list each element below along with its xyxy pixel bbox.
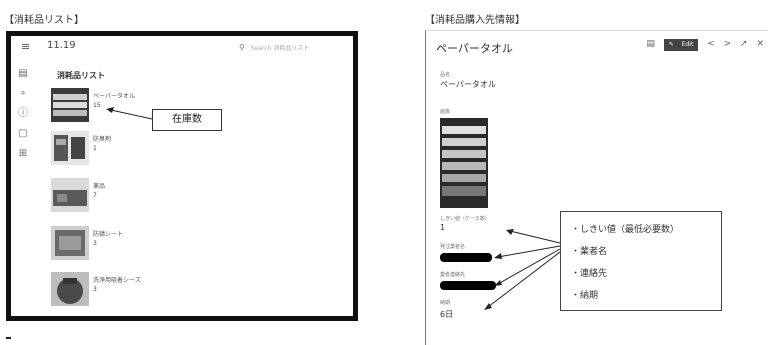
search-input[interactable]: ⚲ Search 消耗品リスト [235, 41, 353, 55]
vendor-redaction [440, 253, 492, 262]
leadtime-label: 納期 [440, 300, 451, 306]
name-label: 品名 [440, 72, 451, 78]
item-name: 薬品 [93, 183, 106, 190]
list-item[interactable]: 防錆シート 3 [51, 226, 351, 266]
item-quantity: 3 [93, 240, 97, 247]
delete-icon[interactable]: ▤ [646, 39, 655, 49]
wrench-icon[interactable]: ∘ [17, 88, 29, 100]
item-thumbnail [51, 178, 89, 212]
item-name: 防錆シート [93, 231, 124, 238]
right-caption: 【消耗品購入先情報】 [425, 15, 525, 26]
stock-callout: 在庫数 [152, 109, 222, 131]
item-quantity: 15 [93, 102, 101, 109]
list-topbar: ≡ 11.19 ⚲ Search 消耗品リスト [11, 36, 353, 60]
info-leadtime: ・納期 [571, 291, 599, 301]
item-name: 防臭剤 [93, 136, 112, 143]
name-value: ペーパータオル [440, 80, 496, 89]
book-icon[interactable]: ▤ [17, 68, 29, 80]
info-icon[interactable]: ⓘ [17, 108, 29, 120]
contact-redaction [440, 281, 496, 290]
edit-label: Edit [681, 41, 694, 48]
item-photo [440, 118, 488, 208]
list-item[interactable]: 薬品 7 [51, 178, 351, 218]
detail-screen: ペーパータオル ▤ ✎ Edit < > ➚ ✕ 品名 ペーパータオル 画像 し… [425, 30, 768, 345]
detail-title: ペーパータオル [436, 42, 513, 55]
item-quantity: 7 [93, 192, 97, 199]
item-thumbnail [51, 88, 89, 122]
threshold-value: 1 [440, 223, 446, 232]
info-callout: ・しきい値（最低必要数） ・業者名 ・連絡先 ・納期 [560, 211, 722, 311]
close-icon[interactable]: ✕ [756, 39, 764, 49]
nav-rail: ▤ ∘ ⓘ ▢ ⊞ [11, 60, 35, 316]
item-thumbnail [51, 272, 89, 306]
message-icon[interactable]: ▢ [17, 128, 29, 140]
item-quantity: 3 [93, 286, 97, 293]
info-vendor: ・業者名 [571, 247, 608, 257]
grid-icon[interactable]: ⊞ [17, 148, 29, 160]
threshold-label: しきい値（ケース数） [440, 216, 490, 222]
search-icon: ⚲ [239, 43, 245, 52]
leadtime-value: 6日 [440, 310, 454, 319]
back-icon[interactable]: < [707, 39, 715, 49]
item-thumbnail [51, 131, 89, 165]
left-caption: 【消耗品リスト】 [4, 15, 84, 26]
page-mark [6, 337, 11, 339]
info-contact: ・連絡先 [571, 269, 608, 279]
app-title: 11.19 [47, 40, 76, 51]
item-quantity: 1 [93, 145, 97, 152]
edit-button[interactable]: ✎ Edit [663, 39, 699, 51]
item-thumbnail [51, 226, 89, 260]
item-name: 洗浄用吸着シーズ [93, 277, 141, 284]
expand-icon[interactable]: ➚ [740, 39, 748, 49]
item-name: ペーパータオル [93, 93, 135, 100]
list-section-title: 消耗品リスト [57, 71, 105, 80]
search-placeholder: Search 消耗品リスト [250, 45, 310, 52]
detail-toolbar: ▤ ✎ Edit < > ➚ ✕ [640, 39, 764, 53]
menu-icon[interactable]: ≡ [21, 40, 30, 53]
list-screen: ≡ 11.19 ⚲ Search 消耗品リスト ▤ ∘ ⓘ ▢ ⊞ 消耗品リスト… [6, 31, 358, 321]
info-threshold: ・しきい値（最低必要数） [571, 225, 680, 235]
list-item[interactable]: 防臭剤 1 [51, 131, 351, 171]
list-item[interactable]: 洗浄用吸着シーズ 3 [51, 272, 351, 312]
vendor-label: 発注業者名 [440, 244, 466, 250]
contact-label: 業者連絡先 [440, 272, 466, 278]
forward-icon[interactable]: > [724, 39, 732, 49]
photo-label: 画像 [440, 109, 451, 115]
